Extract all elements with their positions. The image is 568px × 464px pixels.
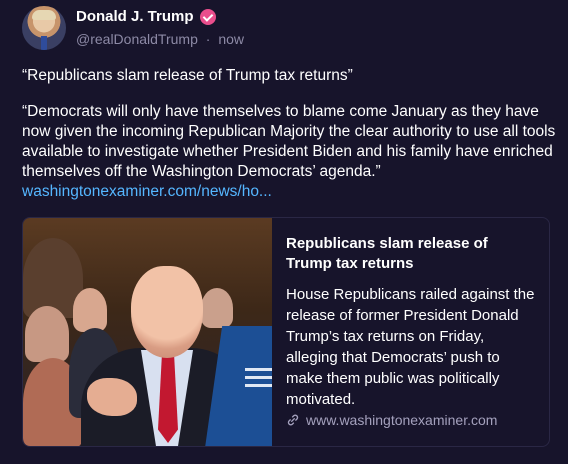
post: Donald J. Trump @realDonaldTrump · now “…	[0, 0, 568, 464]
card-title[interactable]: Republicans slam release of Trump tax re…	[286, 234, 536, 274]
display-name[interactable]: Donald J. Trump	[76, 8, 194, 25]
speaker-hand	[87, 378, 137, 416]
podium-stripe	[245, 384, 272, 387]
separator: ·	[205, 31, 211, 47]
quote-line: “Republicans slam release of Trump tax r…	[22, 67, 353, 84]
card-text: Republicans slam release of Trump tax re…	[286, 234, 536, 410]
avatar[interactable]	[22, 6, 66, 50]
handle-row: @realDonaldTrump · now	[76, 31, 244, 47]
handle[interactable]: @realDonaldTrump	[76, 31, 198, 47]
speaker-head	[131, 266, 203, 358]
avatar-tie	[41, 36, 47, 50]
link-icon	[287, 414, 299, 426]
background-figure	[201, 288, 233, 328]
card-source[interactable]: www.washingtonexaminer.com	[286, 412, 497, 428]
timestamp[interactable]: now	[218, 31, 244, 47]
background-figure	[25, 306, 69, 362]
verified-icon	[199, 8, 216, 25]
name-row: Donald J. Trump	[76, 8, 216, 25]
post-link[interactable]: washingtonexaminer.com/news/ho...	[22, 183, 272, 200]
podium-stripe	[245, 376, 272, 379]
post-body-text: “Democrats will only have themselves to …	[22, 103, 556, 180]
background-figure	[73, 288, 107, 332]
link-preview-card[interactable]: Republicans slam release of Trump tax re…	[22, 217, 550, 447]
card-source-url: www.washingtonexaminer.com	[306, 412, 498, 428]
avatar-hair	[32, 10, 56, 20]
card-description: House Republicans railed against the rel…	[286, 286, 535, 408]
card-image	[23, 218, 272, 446]
post-body: “Democrats will only have themselves to …	[22, 102, 557, 202]
podium-stripe	[245, 368, 272, 371]
